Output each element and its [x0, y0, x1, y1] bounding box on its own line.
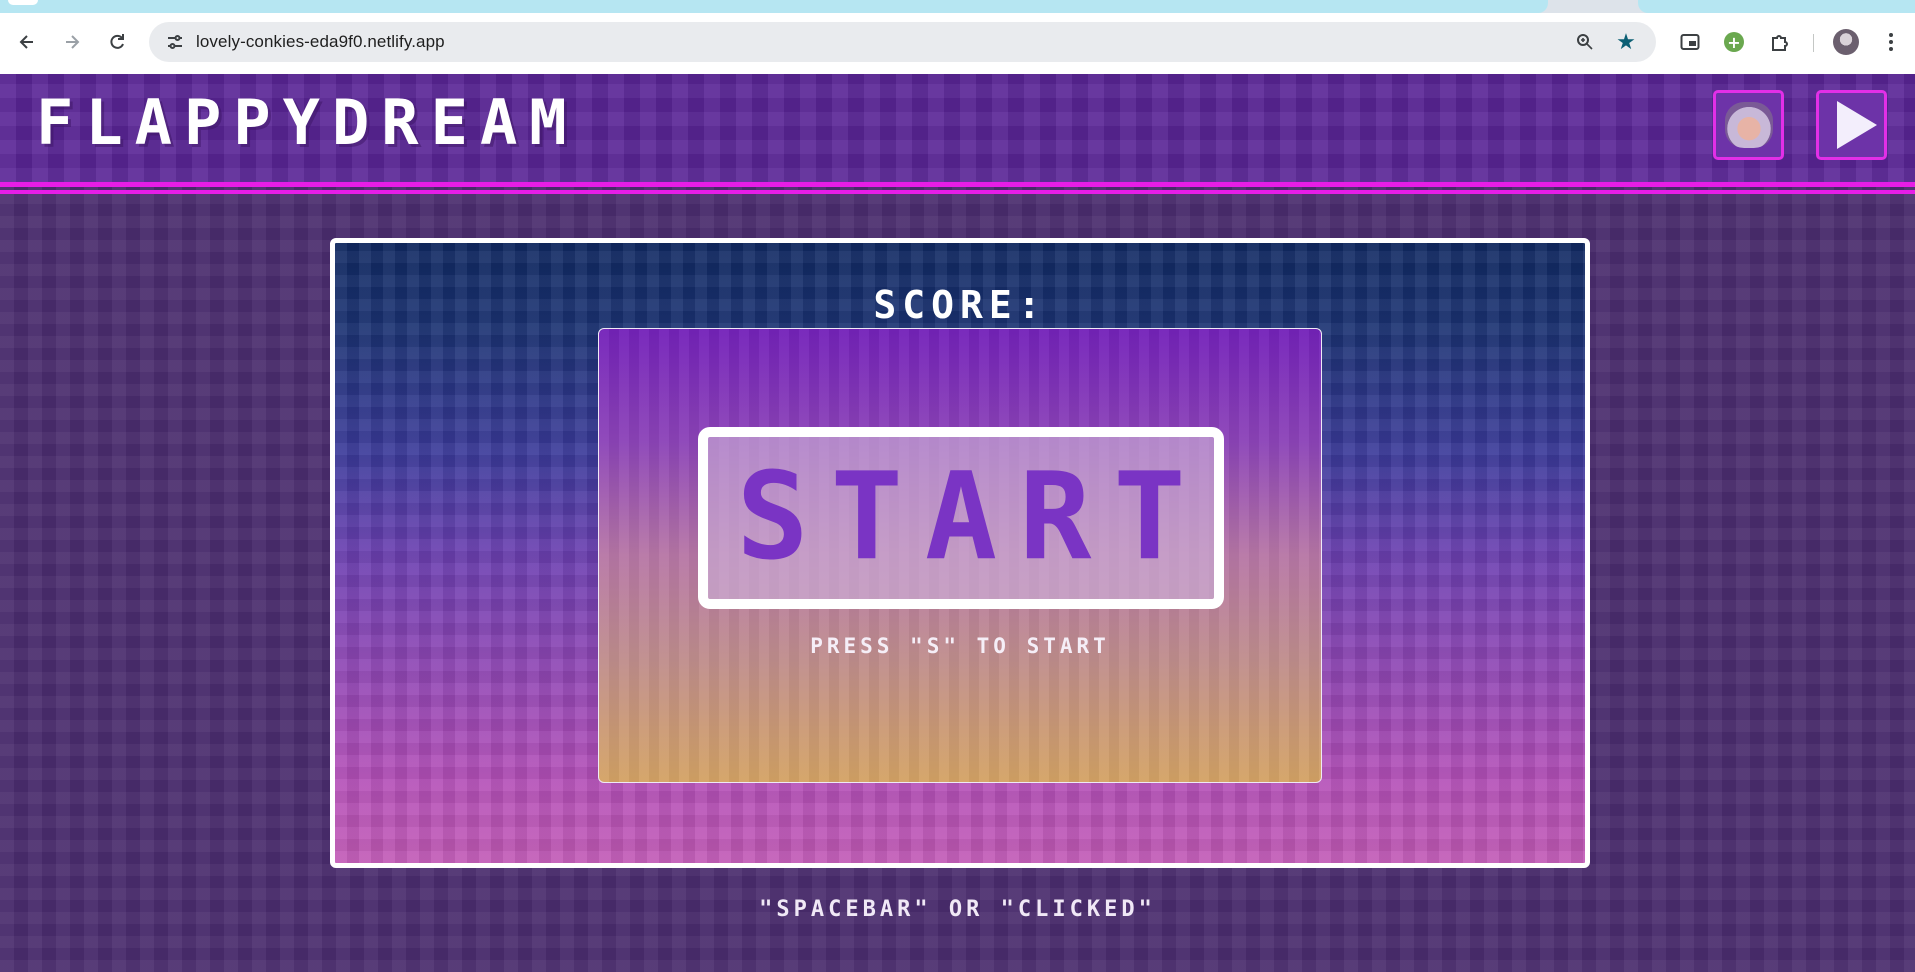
tab-bar-right: [1638, 0, 1915, 13]
kebab-menu-icon[interactable]: [1878, 29, 1904, 55]
profile-avatar[interactable]: [1833, 29, 1859, 55]
score-label: SCORE:: [873, 283, 1047, 327]
browser-toolbar: lovely-conkies-eda9f0.netlify.app ★ +: [0, 13, 1915, 74]
game-header: FLAPPYDREAM: [0, 74, 1915, 182]
toolbar-divider: [1813, 34, 1814, 52]
avatar: [1833, 29, 1859, 55]
forward-button[interactable]: [57, 27, 87, 57]
game-board[interactable]: SCORE: START PRESS "S" TO START: [330, 238, 1590, 868]
tune-icon[interactable]: [163, 31, 187, 53]
active-tab[interactable]: [8, 0, 38, 5]
reload-button[interactable]: [102, 27, 132, 57]
tab-strip: [0, 0, 1915, 13]
zoom-icon[interactable]: [1573, 31, 1597, 53]
url-text[interactable]: lovely-conkies-eda9f0.netlify.app: [196, 32, 445, 52]
sound-button[interactable]: [1816, 90, 1887, 160]
controls-hint: "SPACEBAR" OR "CLICKED": [759, 897, 1156, 922]
star-icon[interactable]: ★: [1614, 30, 1638, 55]
arrow-right-icon: [66, 35, 80, 49]
tab-bar: [0, 0, 1548, 13]
character-button[interactable]: [1713, 90, 1784, 160]
sheep-avatar-icon: [1724, 102, 1773, 148]
start-panel: START PRESS "S" TO START: [598, 328, 1322, 783]
back-button[interactable]: [12, 27, 42, 57]
game-logo: FLAPPYDREAM: [36, 86, 579, 159]
start-button[interactable]: START: [698, 427, 1224, 609]
header-divider-secondary: [0, 190, 1915, 194]
game-page: FLAPPYDREAM SCORE: START PRESS "S" TO ST…: [0, 74, 1915, 972]
address-bar[interactable]: lovely-conkies-eda9f0.netlify.app ★: [149, 22, 1656, 62]
start-button-label: START: [736, 448, 1208, 587]
arrow-left-icon: [19, 35, 33, 49]
reload-icon: [110, 34, 124, 49]
picture-in-picture-icon[interactable]: [1677, 29, 1703, 55]
press-s-hint: PRESS "S" TO START: [810, 634, 1110, 658]
header-divider: [0, 182, 1915, 187]
speaker-play-icon: [1836, 101, 1877, 149]
plus-circle-icon: +: [1724, 32, 1744, 52]
extension-green-button[interactable]: +: [1721, 29, 1747, 55]
puzzle-icon[interactable]: [1767, 29, 1793, 55]
